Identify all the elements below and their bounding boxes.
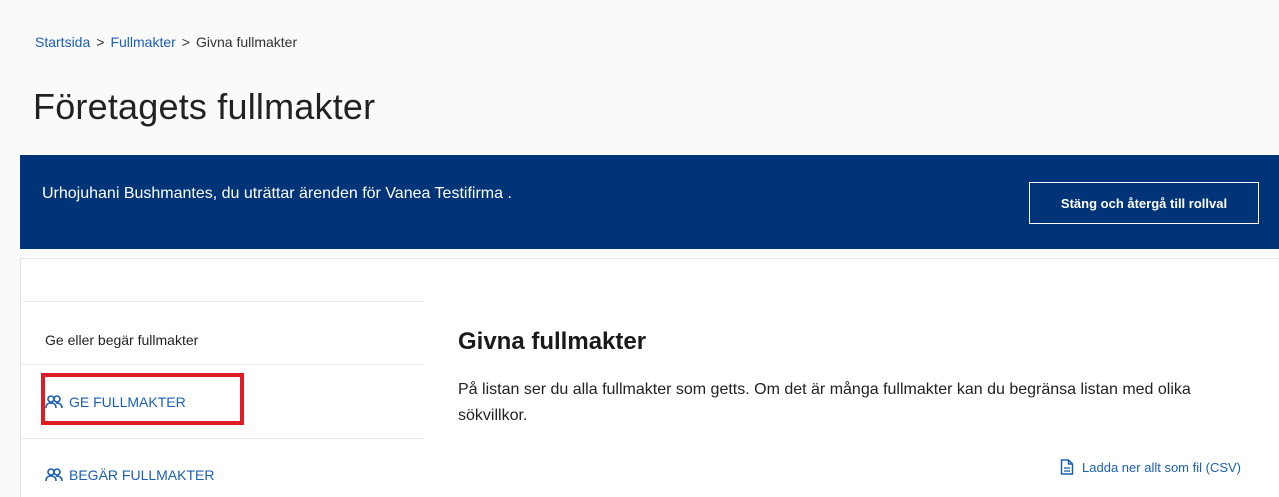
nav-divider [21, 364, 424, 365]
breadcrumb-startsida[interactable]: Startsida [35, 34, 90, 50]
users-icon [45, 468, 63, 482]
nav-heading: Ge eller begär fullmakter [45, 332, 199, 348]
document-icon [1060, 459, 1074, 475]
breadcrumb-separator: > [181, 34, 190, 50]
section-title: Givna fullmakter [458, 328, 647, 355]
nav-divider [21, 438, 424, 439]
page-title: Företagets fullmakter [33, 86, 376, 127]
nav-divider [21, 301, 424, 302]
role-banner: Urhojuhani Bushmantes, du uträttar ärend… [20, 155, 1279, 249]
main-content: Givna fullmakter På listan ser du alla f… [458, 259, 1279, 497]
breadcrumb: Startsida > Fullmakter > Givna fullmakter [35, 34, 297, 50]
role-banner-text: Urhojuhani Bushmantes, du uträttar ärend… [42, 185, 512, 202]
breadcrumb-fullmakter[interactable]: Fullmakter [110, 34, 175, 50]
close-role-button[interactable]: Stäng och återgå till rollval [1029, 182, 1259, 224]
sidebar-item-ge-fullmakter[interactable]: GE FULLMAKTER [45, 394, 186, 410]
sidebar-item-begar-fullmakter[interactable]: BEGÄR FULLMAKTER [45, 467, 214, 483]
breadcrumb-current: Givna fullmakter [195, 34, 298, 50]
section-description: På listan ser du alla fullmakter som get… [458, 381, 1191, 424]
content-panel: Ge eller begär fullmakter GE FULLMAKTER [20, 258, 1279, 497]
breadcrumb-separator: > [96, 34, 105, 50]
side-nav: Ge eller begär fullmakter GE FULLMAKTER [21, 259, 424, 497]
page: Startsida > Fullmakter > Givna fullmakter Fö… [0, 0, 1279, 497]
users-icon [45, 395, 63, 409]
sidebar-item-label: GE FULLMAKTER [69, 394, 186, 410]
sidebar-item-label: BEGÄR FULLMAKTER [69, 467, 215, 483]
download-csv-link[interactable]: Ladda ner allt som fil (CSV) [1060, 459, 1241, 475]
download-label: Ladda ner allt som fil (CSV) [1082, 459, 1241, 475]
